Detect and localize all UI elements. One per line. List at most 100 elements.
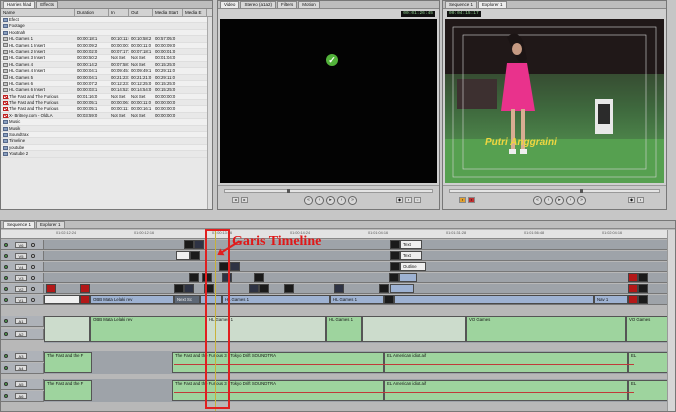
tab-filters[interactable]: Filters: [276, 1, 298, 8]
clip-text[interactable]: [176, 251, 190, 260]
tab-explorer-1[interactable]: Explorer 1: [36, 221, 65, 228]
track-header-video[interactable]: V6: [1, 240, 44, 250]
rewind-icon[interactable]: «: [533, 196, 542, 205]
clip-thumbnail[interactable]: [628, 273, 638, 282]
audio-clip[interactable]: [44, 316, 90, 342]
forward-icon[interactable]: »: [577, 196, 586, 205]
track-v4[interactable]: Outline: [44, 262, 667, 272]
clip-thumbnail[interactable]: [628, 284, 638, 293]
track-a5-a6[interactable]: The Fast and the F The Fast and the Furi…: [44, 379, 669, 402]
tab-motion[interactable]: Motion: [298, 1, 320, 8]
audio-clip-american-idiot[interactable]: EL American idiot.aif: [384, 380, 628, 401]
play-icon[interactable]: ▸: [326, 196, 335, 205]
clip-thumbnail[interactable]: [194, 240, 204, 249]
clip-thumbnail[interactable]: [390, 251, 400, 260]
audio-clip-tokyo-drift[interactable]: The Fast and the Furious 3 - Tokyo Drift…: [172, 380, 384, 401]
match-frame-icon[interactable]: ▪: [405, 197, 412, 203]
next-edit-icon[interactable]: ›: [566, 196, 575, 205]
column-name[interactable]: Name: [1, 9, 75, 16]
mark-out-icon[interactable]: ▸: [241, 197, 248, 203]
clip-thumbnail[interactable]: [390, 240, 400, 249]
marker-icon[interactable]: ◆: [628, 197, 635, 203]
track-visibility-icon[interactable]: [4, 298, 8, 302]
rewind-icon[interactable]: «: [304, 196, 313, 205]
clip-thumbnail[interactable]: [249, 284, 259, 293]
lock-icon[interactable]: [31, 265, 35, 269]
clip-text[interactable]: Text: [400, 240, 422, 249]
track-header-audio[interactable]: A6: [1, 391, 44, 402]
volume-rubberband[interactable]: [174, 392, 634, 393]
track-header-video[interactable]: V1: [1, 295, 44, 305]
track-header-audio[interactable]: A5: [1, 379, 44, 390]
clip-outline[interactable]: Outline: [400, 262, 426, 271]
track-header-audio[interactable]: A1: [1, 316, 44, 327]
audio-enable-icon[interactable]: [4, 394, 8, 398]
clip-thumbnail[interactable]: [80, 284, 90, 293]
prev-edit-icon[interactable]: ‹: [544, 196, 553, 205]
prev-edit-icon[interactable]: ‹: [315, 196, 324, 205]
clip-thumbnail[interactable]: [638, 284, 648, 293]
clip-next[interactable]: Next Sc: [174, 295, 200, 304]
clip-thumbnail[interactable]: [254, 273, 264, 282]
clip-thumbnail[interactable]: [190, 251, 200, 260]
tab-effects[interactable]: Effects: [36, 1, 58, 8]
lock-icon[interactable]: [31, 254, 35, 258]
track-header-audio[interactable]: A4: [1, 363, 44, 374]
tab-video[interactable]: Video: [220, 1, 240, 8]
track-a1-a2[interactable]: OBB Mata Lelaki rev HL Games 1 HL Games …: [44, 316, 669, 343]
render-icon[interactable]: ▪: [459, 197, 466, 203]
timeline-scrollbar[interactable]: [667, 230, 675, 411]
timeline-ruler[interactable]: 01:02:12:24 01:00:12:16 01:00:13:16 01:00:1…: [1, 230, 667, 239]
clip-video[interactable]: [399, 273, 417, 282]
column-out[interactable]: Out: [129, 9, 153, 16]
clip-thumbnail[interactable]: [284, 284, 294, 293]
clip-thumbnail[interactable]: [384, 295, 394, 304]
audio-clip-el[interactable]: EL: [628, 380, 669, 401]
track-visibility-icon[interactable]: [4, 276, 8, 280]
match-frame-icon[interactable]: ▪: [637, 197, 644, 203]
track-v1[interactable]: OBB Mata Lelaki rev Next Sc HL Games 1 H…: [44, 295, 667, 305]
clip-thumbnail[interactable]: [46, 284, 56, 293]
canvas-timecode[interactable]: 00:04:15:17: [447, 11, 481, 17]
clip-thumbnail[interactable]: [389, 273, 399, 282]
track-header-video[interactable]: V4: [1, 262, 44, 272]
clip-text[interactable]: Text: [400, 251, 422, 260]
column-media-end[interactable]: Media E: [183, 9, 207, 16]
next-edit-icon[interactable]: ›: [337, 196, 346, 205]
clip-thumbnail[interactable]: [189, 273, 199, 282]
track-v3[interactable]: [44, 273, 667, 283]
audio-clip-hl-games-2[interactable]: HL Games 1: [326, 316, 362, 342]
track-header-video[interactable]: V3: [1, 273, 44, 283]
audio-clip-obb[interactable]: OBB Mata Lelaki rev: [90, 316, 206, 342]
tab-explorer-1[interactable]: Explorer 1: [478, 1, 507, 8]
clip-video[interactable]: [390, 284, 414, 293]
clip-video[interactable]: [394, 295, 594, 304]
audio-clip-fast-furious[interactable]: The Fast and the F: [44, 380, 92, 401]
loop-icon[interactable]: ○: [414, 197, 421, 203]
audio-enable-icon[interactable]: [4, 319, 8, 323]
lock-icon[interactable]: [31, 298, 35, 302]
clip-thumbnail[interactable]: [230, 262, 240, 271]
column-media-start[interactable]: Media Start: [153, 9, 183, 16]
scrubber-knob[interactable]: [579, 189, 583, 193]
browser-row[interactable]: Youtube 2: [1, 151, 212, 158]
clip-thumbnail[interactable]: [184, 240, 194, 249]
column-in[interactable]: In: [109, 9, 129, 16]
track-visibility-icon[interactable]: [4, 265, 8, 269]
play-icon[interactable]: ▸: [555, 196, 564, 205]
clip-thumbnail[interactable]: [259, 284, 269, 293]
viewer-scrubber[interactable]: [224, 189, 433, 193]
marker-icon[interactable]: ◆: [396, 197, 403, 203]
clip-obb[interactable]: OBB Mata Lelaki rev: [90, 295, 174, 304]
viewer-timecode[interactable]: 00:01:26:45: [401, 11, 435, 17]
canvas-screen[interactable]: Putri Anggraini: [445, 19, 664, 183]
clip-video[interactable]: [44, 295, 80, 304]
clip-hl-games-1b[interactable]: HL Games 1: [330, 295, 384, 304]
track-visibility-icon[interactable]: [4, 254, 8, 258]
track-v6[interactable]: Text: [44, 240, 667, 250]
clip-thumbnail[interactable]: [638, 273, 648, 282]
tab-project[interactable]: Harries hlad: [3, 1, 36, 8]
canvas-scrubber[interactable]: [449, 189, 660, 193]
track-header-audio[interactable]: A3: [1, 351, 44, 362]
track-v5[interactable]: Text: [44, 251, 667, 261]
